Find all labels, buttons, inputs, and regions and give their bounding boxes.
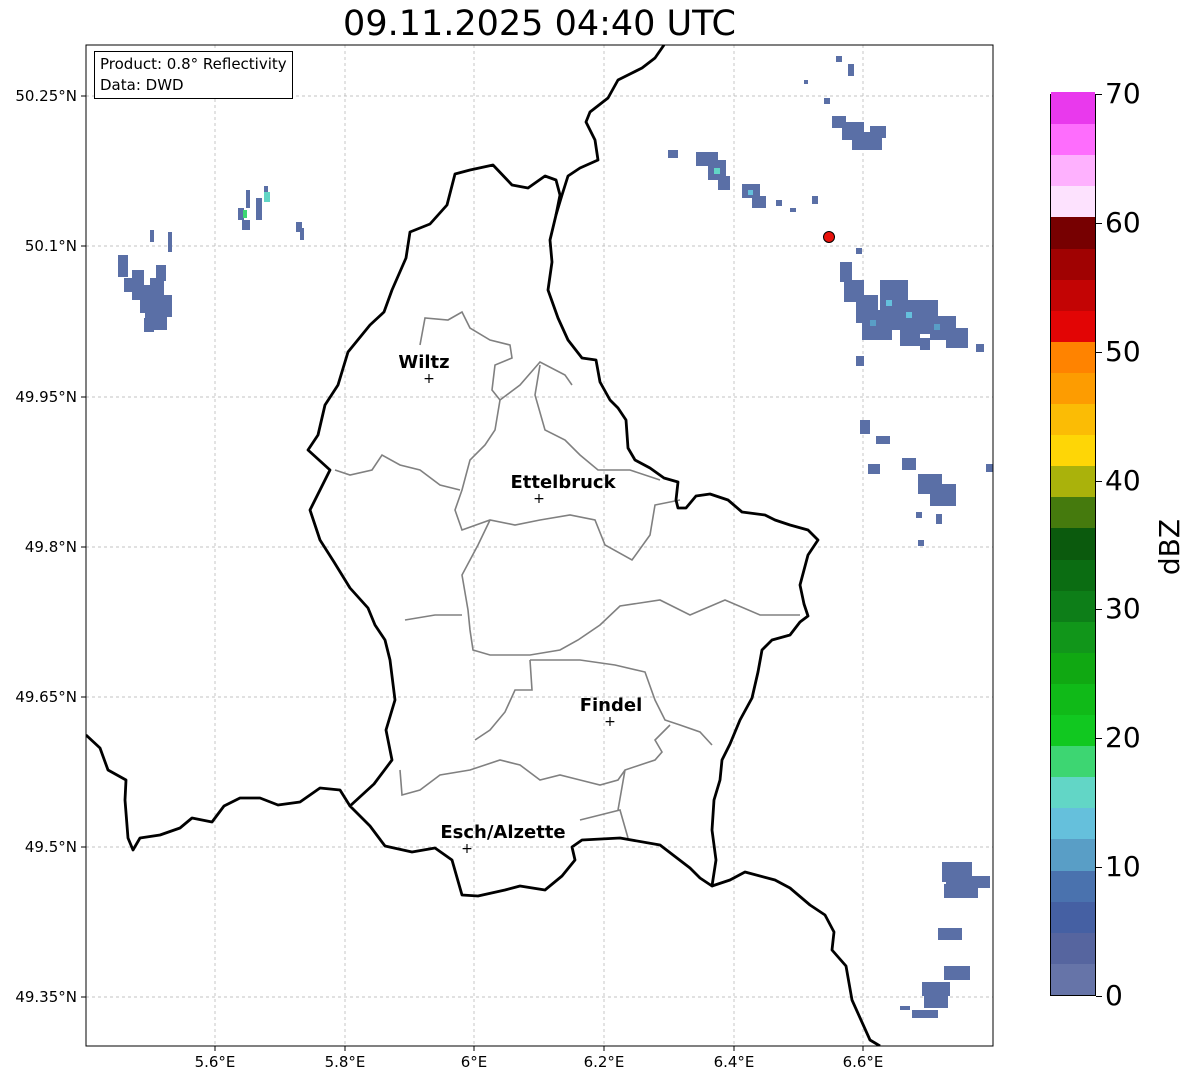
colorbar-swatch [1051, 123, 1095, 156]
colorbar-tick-label: 30 [1105, 592, 1141, 626]
place-marker: + [604, 714, 616, 730]
colorbar-tick [1096, 480, 1102, 482]
colorbar-tick-label: 50 [1105, 334, 1141, 368]
colorbar-tick [1096, 738, 1102, 740]
colorbar [1050, 92, 1096, 996]
lon-label: 6.2°E [584, 1053, 625, 1071]
colorbar-swatch [1051, 403, 1095, 436]
colorbar-swatch [1051, 216, 1095, 249]
lon-label: 5.8°E [325, 1053, 366, 1071]
data-source-label: Data: DWD [100, 76, 184, 94]
colorbar-swatch [1051, 590, 1095, 622]
place-label: Wiltz [398, 352, 449, 373]
radar-map: 50.25°N 50.1°N 49.95°N 49.8°N 49.65°N 49… [15, 44, 994, 1071]
latitude-labels: 50.25°N 50.1°N 49.95°N 49.8°N 49.65°N 49… [15, 87, 77, 1006]
colorbar-swatch [1051, 838, 1095, 871]
place-marker: + [461, 841, 473, 857]
lon-label: 6.4°E [714, 1053, 755, 1071]
place-label: Findel [580, 695, 643, 716]
colorbar-swatch [1051, 372, 1095, 405]
place-ettelbruck: Ettelbruck + [510, 472, 616, 507]
echo-cluster-northeast [668, 56, 886, 212]
colorbar-swatch [1051, 870, 1095, 902]
lat-label: 49.35°N [15, 988, 77, 1006]
colorbar-swatch [1051, 341, 1095, 373]
longitude-labels: 5.6°E 5.8°E 6°E 6.2°E 6.4°E 6.6°E [195, 1053, 884, 1071]
colorbar-swatch [1051, 652, 1095, 684]
place-label: Esch/Alzette [440, 822, 565, 843]
colorbar-swatch [1051, 901, 1095, 933]
belgium-france-border [86, 733, 352, 852]
colorbar-swatch [1051, 527, 1095, 560]
colorbar-swatch [1051, 807, 1095, 840]
place-wiltz: Wiltz + [398, 352, 449, 387]
place-esch-alzette: Esch/Alzette + [440, 822, 565, 857]
lat-label: 50.1°N [25, 237, 77, 255]
colorbar-tick-label: 60 [1105, 205, 1141, 239]
radar-site-marker [823, 231, 835, 243]
luxembourg-border [306, 163, 820, 898]
colorbar-tick-label: 20 [1105, 721, 1141, 755]
colorbar-swatch [1051, 683, 1095, 716]
colorbar-tick-label: 0 [1105, 979, 1123, 1012]
place-label: Ettelbruck [510, 472, 616, 493]
germany-belgium-border [554, 45, 666, 216]
colorbar-swatch [1051, 963, 1095, 995]
info-box: Product: 0.8° Reflectivity Data: DWD [94, 51, 293, 99]
colorbar-tick-label: 70 [1105, 77, 1141, 110]
colorbar-swatch [1051, 465, 1095, 498]
colorbar-tick [1096, 609, 1102, 611]
colorbar-swatch [1051, 154, 1095, 187]
map-frame [85, 44, 994, 1047]
district-boundaries [334, 310, 800, 839]
lat-label: 49.5°N [25, 838, 77, 856]
lat-label: 49.95°N [15, 388, 77, 406]
colorbar-swatch [1051, 932, 1095, 964]
lon-label: 6°E [461, 1053, 488, 1071]
radar-echoes [118, 56, 993, 1018]
place-marker: + [533, 491, 545, 507]
lon-label: 6.6°E [843, 1053, 884, 1071]
gridlines [86, 45, 993, 1046]
colorbar-tick [1096, 222, 1102, 224]
colorbar-swatch [1051, 279, 1095, 311]
colorbar-tick [1096, 94, 1102, 95]
colorbar-swatch [1051, 185, 1095, 218]
echo-cluster-southeast [900, 862, 990, 1018]
place-markers: Wiltz + Ettelbruck + Findel + Esch/Alzet… [398, 352, 642, 857]
place-findel: Findel + [580, 695, 643, 730]
colorbar-tick [1096, 867, 1102, 869]
colorbar-tick [1096, 996, 1102, 997]
country-borders [86, 45, 881, 1046]
colorbar-swatch [1051, 621, 1095, 653]
colorbar-tick [1096, 351, 1102, 353]
colorbar-swatch [1051, 558, 1095, 591]
colorbar-tick-label: 40 [1105, 463, 1141, 497]
colorbar-tick-label: 10 [1105, 850, 1141, 884]
lat-label: 49.65°N [15, 688, 77, 706]
lat-label: 49.8°N [25, 538, 77, 556]
lat-label: 50.25°N [15, 87, 77, 105]
place-marker: + [423, 371, 435, 387]
colorbar-swatch [1051, 92, 1095, 125]
colorbar-swatch [1051, 247, 1095, 280]
colorbar-swatch [1051, 496, 1095, 529]
colorbar-swatch [1051, 776, 1095, 809]
colorbar-swatch [1051, 434, 1095, 467]
product-label: Product: 0.8° Reflectivity [100, 55, 287, 73]
colorbar-swatch [1051, 310, 1095, 342]
lon-label: 5.6°E [195, 1053, 236, 1071]
colorbar-swatch [1051, 745, 1095, 778]
echo-cluster-west [118, 186, 304, 332]
germany-france-border [711, 870, 881, 1046]
colorbar-swatch [1051, 714, 1095, 747]
colorbar-unit-label: dBZ [1153, 518, 1184, 576]
